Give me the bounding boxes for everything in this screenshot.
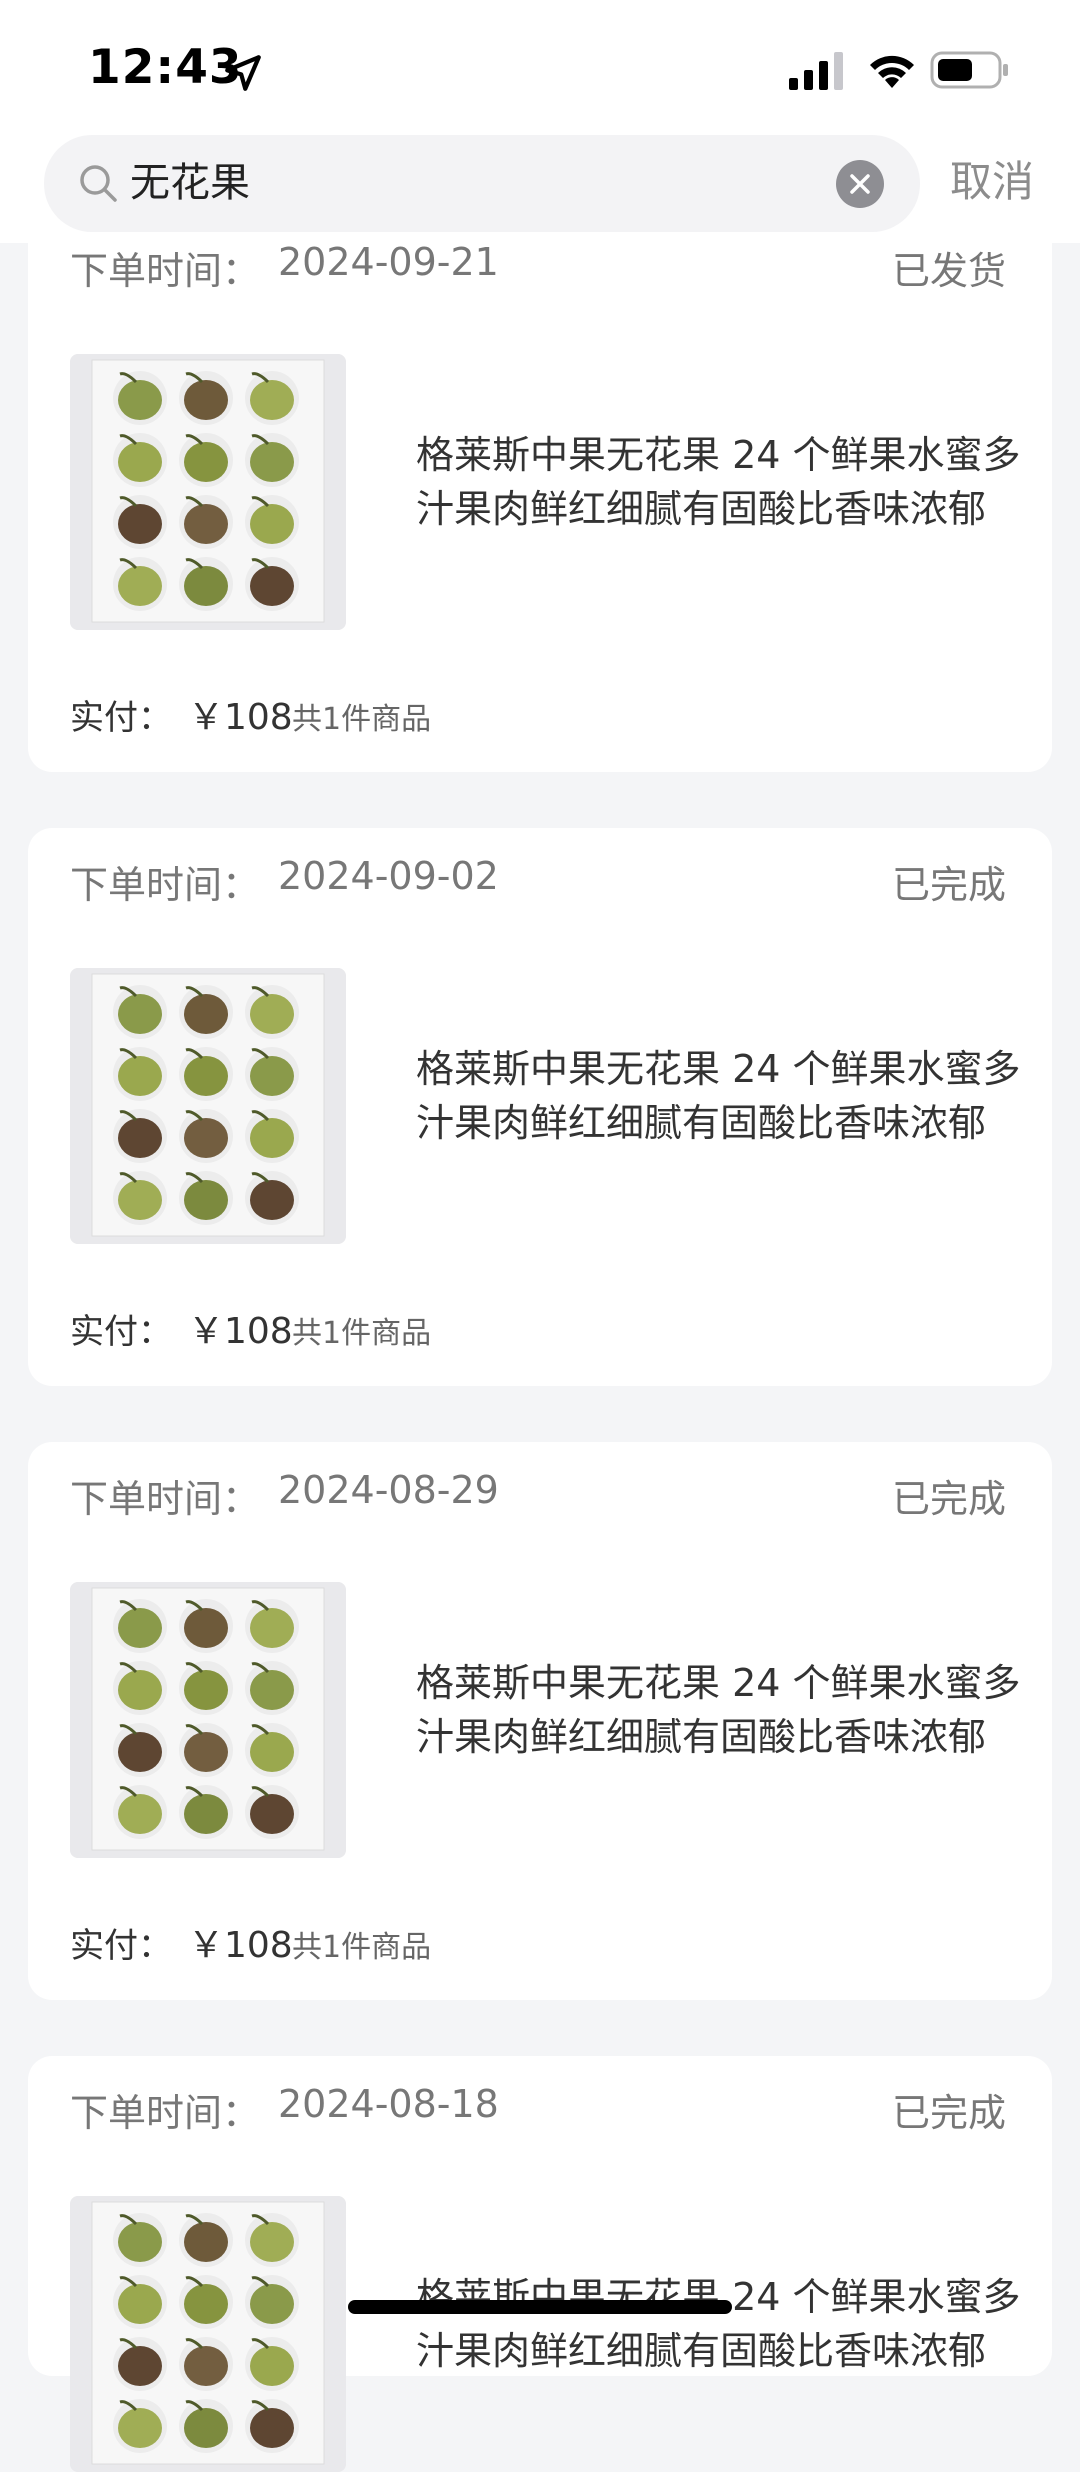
search-box[interactable]: 无花果 [44,135,920,232]
item-count: 共1件商品 [292,702,432,737]
order-time-label: 下单时间： [70,249,261,293]
paid-amount: ￥108 [188,1925,293,1966]
fig-tray-image [70,1582,346,1858]
order-date: 2024-09-02 [278,854,499,898]
order-date: 2024-09-21 [278,240,499,284]
paid-amount: ￥108 [188,697,293,738]
order-status: 已完成 [891,1477,1006,1521]
order-date: 2024-08-29 [278,1468,499,1512]
cancel-button[interactable]: 取消 [950,120,1034,243]
paid-label: 实付： [70,1312,172,1352]
product-title[interactable]: 格莱斯中果无花果 24 个鲜果水蜜多汁果肉鲜红细腻有固酸比香味浓郁 [416,428,1026,536]
paid-amount: ￥108 [188,1311,293,1352]
product-title[interactable]: 格莱斯中果无花果 24 个鲜果水蜜多汁果肉鲜红细腻有固酸比香味浓郁 [416,1656,1026,1764]
item-count: 共1件商品 [292,1930,432,1965]
clear-search-button[interactable] [836,160,884,208]
paid-label: 实付： [70,1926,172,1966]
search-input[interactable]: 无花果 [130,135,250,232]
cellular-signal-icon [789,52,843,90]
product-thumbnail[interactable] [70,1582,346,1858]
search-icon [80,165,117,202]
order-card[interactable]: 下单时间： 2024-08-18 已完成 格莱斯中果无花果 24 个鲜果水蜜多汁… [28,2056,1052,2472]
order-status: 已发货 [891,249,1006,293]
fig-tray-image [70,2196,346,2472]
order-card[interactable]: 下单时间： 2024-09-21 已发货 格莱斯中果无花果 24 个鲜果水蜜多汁… [28,200,1052,772]
order-status: 已完成 [891,863,1006,907]
order-time-label: 下单时间： [70,863,261,907]
search-bar: 无花果 取消 [0,120,1080,243]
battery-icon [930,51,1008,89]
order-card[interactable]: 下单时间： 2024-09-02 已完成 格莱斯中果无花果 24 个鲜果水蜜多汁… [28,828,1052,1386]
product-thumbnail[interactable] [70,354,346,630]
order-status: 已完成 [891,2091,1006,2135]
home-indicator [348,2300,732,2314]
location-arrow-icon [225,55,261,91]
paid-label: 实付： [70,698,172,738]
close-icon [850,174,870,194]
order-date: 2024-08-18 [278,2082,499,2126]
wifi-icon [870,55,914,88]
product-thumbnail[interactable] [70,2196,346,2472]
fig-tray-image [70,354,346,630]
product-thumbnail[interactable] [70,968,346,1244]
order-time-label: 下单时间： [70,2091,261,2135]
fig-tray-image [70,968,346,1244]
status-time: 12:43 [88,40,243,95]
product-title[interactable]: 格莱斯中果无花果 24 个鲜果水蜜多汁果肉鲜红细腻有固酸比香味浓郁 [416,2270,1026,2378]
item-count: 共1件商品 [292,1316,432,1351]
order-time-label: 下单时间： [70,1477,261,1521]
status-bar: 12:43 [0,0,1080,135]
order-card[interactable]: 下单时间： 2024-08-29 已完成 格莱斯中果无花果 24 个鲜果水蜜多汁… [28,1442,1052,2000]
product-title[interactable]: 格莱斯中果无花果 24 个鲜果水蜜多汁果肉鲜红细腻有固酸比香味浓郁 [416,1042,1026,1150]
